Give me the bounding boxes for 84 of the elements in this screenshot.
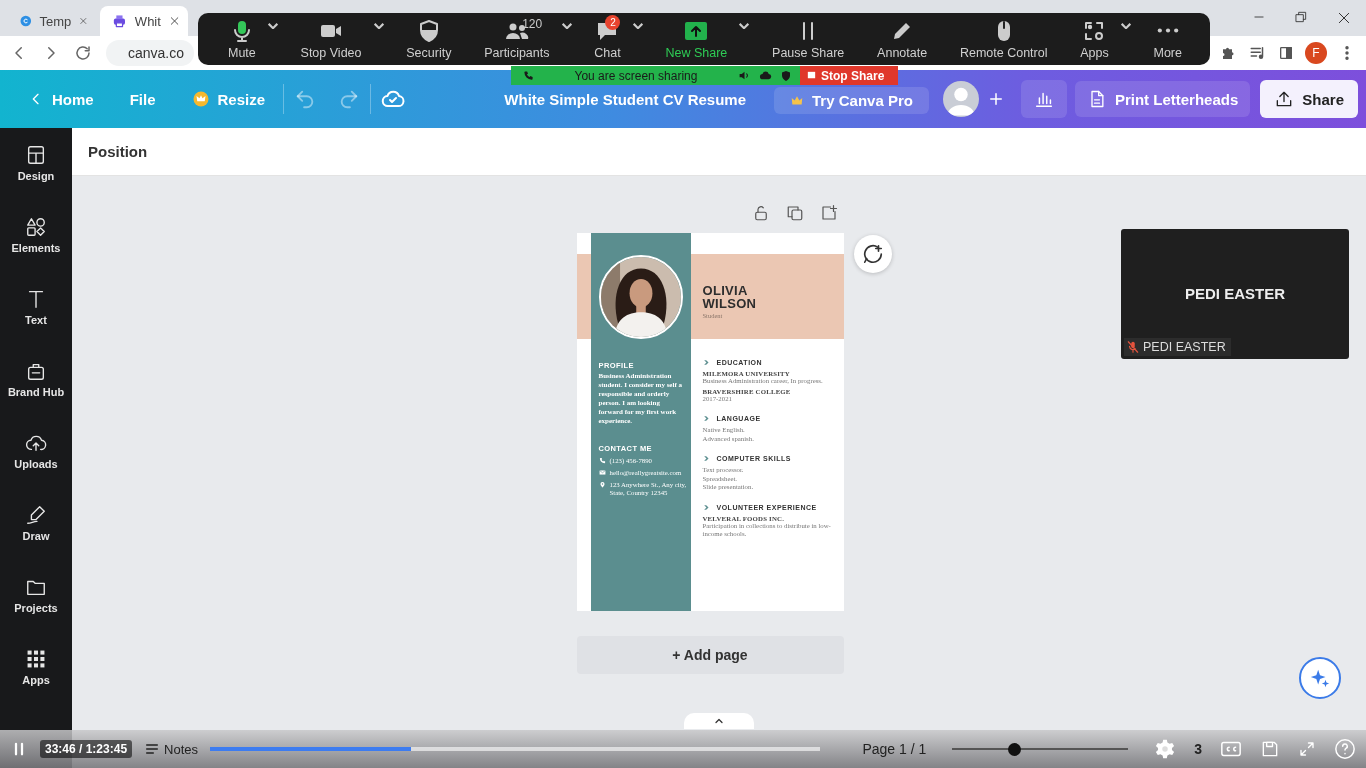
envelope-icon	[598, 469, 606, 476]
add-page-button[interactable]: + Add page	[576, 636, 844, 674]
video-time: 33:46 / 1:23:45	[40, 740, 133, 758]
chevron-icon	[702, 455, 710, 462]
comment-icon	[861, 243, 884, 265]
position-button[interactable]: Position	[88, 139, 148, 164]
sidebar-item[interactable]: Apps	[0, 648, 72, 700]
printer-icon	[112, 13, 127, 29]
location-pin-icon	[598, 481, 606, 488]
c-logo-icon	[20, 13, 32, 29]
toolbar-button[interactable]: Security	[396, 18, 462, 60]
insights-button[interactable]	[1020, 80, 1067, 118]
toolbar-button[interactable]: Remote Control	[949, 18, 1058, 60]
notification-badge: 2	[605, 14, 621, 30]
close-icon[interactable]	[1336, 10, 1352, 26]
try-pro-button[interactable]: Try Canva Pro	[774, 87, 929, 114]
sharing-status: You are screen sharing	[573, 68, 699, 83]
reload-icon[interactable]	[74, 44, 92, 62]
duplicate-icon[interactable]	[785, 204, 804, 222]
page-indicator[interactable]: Page 1 / 1	[862, 741, 927, 757]
restore-icon[interactable]	[1294, 10, 1308, 24]
notes-button[interactable]: Notes	[144, 741, 199, 757]
avatar-icon[interactable]	[942, 81, 979, 117]
caret-icon[interactable]	[373, 22, 384, 29]
crown-icon	[191, 90, 210, 108]
stop-share-button[interactable]: Stop Share	[800, 66, 899, 85]
toolbar-button[interactable]: Mute	[218, 18, 266, 60]
print-button[interactable]: Print Letterheads	[1074, 81, 1251, 117]
toolbar-button[interactable]: New Share	[655, 18, 738, 60]
sidebar-item[interactable]: Design	[0, 144, 72, 196]
caret-icon[interactable]	[1120, 22, 1131, 29]
caret-icon[interactable]	[739, 22, 750, 29]
toolbar-button[interactable]: Annotate	[867, 18, 938, 60]
chevron-icon	[702, 359, 710, 366]
sidebar-item[interactable]: Projects	[0, 576, 72, 628]
chevron-icon	[702, 415, 710, 422]
progress-bar[interactable]	[210, 747, 821, 751]
url-text: canva.co	[128, 45, 185, 61]
document-title[interactable]: White Simple Student CV Resume	[504, 90, 747, 108]
save-icon[interactable]	[1260, 739, 1280, 759]
comment-button[interactable]	[853, 235, 892, 273]
caret-icon[interactable]	[561, 22, 572, 29]
toolbar-button[interactable]: Stop Video	[290, 18, 372, 60]
shapes-icon	[25, 216, 47, 238]
address-field[interactable]: canva.co	[106, 40, 194, 66]
caption-text: PEDI EASTER	[1143, 340, 1226, 354]
add-page-icon[interactable]	[819, 204, 838, 222]
phone-icon	[598, 457, 606, 464]
share-button[interactable]: Share	[1260, 80, 1358, 118]
notes-icon	[144, 741, 161, 757]
cloud-icon	[759, 69, 772, 82]
pen-icon	[25, 504, 47, 526]
speaker-icon	[738, 69, 751, 82]
sidebar-item[interactable]: Uploads	[0, 432, 72, 484]
layout-icon	[25, 144, 47, 166]
muted-mic-icon	[1126, 340, 1140, 354]
shield-icon	[780, 69, 792, 82]
help-icon[interactable]	[1334, 738, 1356, 760]
participant-count: 120	[522, 16, 543, 31]
browser-tab[interactable]: Temp	[8, 6, 96, 36]
fullscreen-icon[interactable]	[1298, 740, 1316, 758]
grid-icon	[25, 648, 47, 670]
magic-button[interactable]	[1299, 657, 1341, 699]
caret-icon[interactable]	[267, 22, 278, 29]
sidebar-item[interactable]: Text	[0, 288, 72, 340]
sidebar-item[interactable]: Brand Hub	[0, 360, 72, 412]
toolbar-button[interactable]: Pause Share	[762, 18, 855, 60]
person-name: OLIVIA WILSON	[702, 285, 758, 310]
profile-avatar[interactable]: F	[1305, 42, 1327, 64]
settings-icon[interactable]	[1154, 738, 1177, 760]
participant-name: PEDI EASTER	[1184, 285, 1286, 302]
zoom-reading: 3	[1194, 741, 1202, 757]
sidebar-item[interactable]: Draw	[0, 504, 72, 556]
square-icon	[806, 70, 817, 81]
toolbar-button[interactable]: Apps	[1070, 18, 1119, 60]
browser-tab[interactable]: Whit	[100, 6, 188, 36]
chevron-icon	[702, 503, 710, 511]
more-icon	[1155, 26, 1180, 34]
slider-thumb[interactable]	[1007, 742, 1021, 756]
sidebar-item[interactable]: Elements	[0, 216, 72, 268]
caret-icon[interactable]	[632, 22, 643, 29]
phone-icon	[523, 70, 534, 81]
side-panel-icon[interactable]	[1278, 45, 1294, 61]
toolbar-button[interactable]: More	[1143, 18, 1192, 60]
